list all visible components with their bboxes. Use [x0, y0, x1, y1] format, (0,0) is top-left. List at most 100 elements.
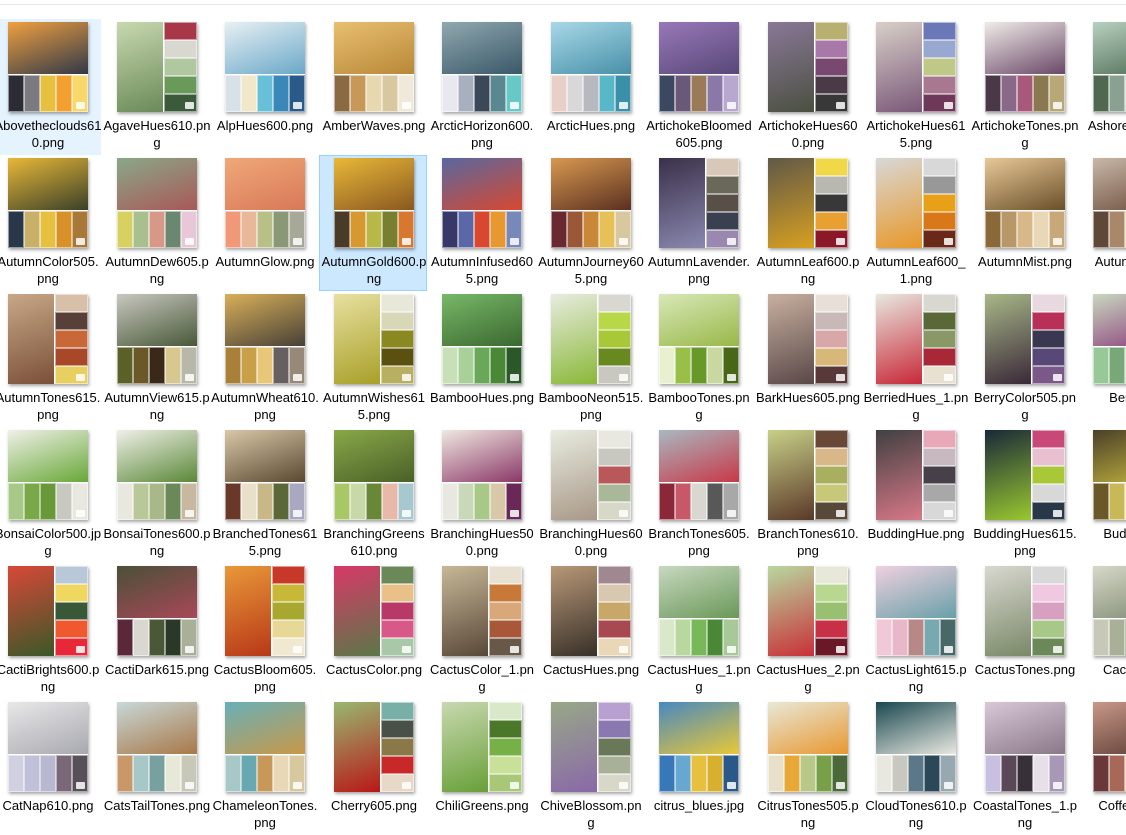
file-item[interactable]: ArcticHues.png [536, 19, 644, 155]
file-item[interactable]: AutumnLeaf600_1.png [861, 155, 969, 291]
file-item[interactable]: AutumnTones615.png [0, 291, 101, 427]
color-swatch [567, 211, 583, 248]
file-item[interactable]: CoastalTones_1.png [970, 699, 1078, 835]
file-item[interactable]: CactusBloom605.png [210, 563, 318, 699]
file-item[interactable]: AutumnLavender.png [644, 155, 752, 291]
file-item[interactable]: AutumnGlow.png [210, 155, 318, 291]
file-item[interactable]: AshoreC​15.png [1078, 19, 1126, 155]
file-item[interactable]: AmberWaves.png [319, 19, 427, 155]
file-name: ArtichokeTones.png [971, 118, 1079, 150]
file-item[interactable]: CoffeeH​png [1078, 699, 1126, 835]
file-item[interactable]: CactiDark615.png [102, 563, 210, 699]
thumbnail-photo [442, 566, 488, 656]
file-item[interactable]: ArtichokeBloomed605.png [644, 19, 752, 155]
file-item[interactable]: CactusT​pr [1078, 563, 1126, 699]
file-thumbnail [1093, 294, 1126, 384]
file-item[interactable]: AutumnGold600.png [319, 155, 427, 291]
file-item[interactable]: ChiliGreens.png [427, 699, 535, 835]
file-thumbnail [551, 158, 631, 248]
file-item[interactable]: ArcticHorizon600.png [427, 19, 535, 155]
file-thumbnail [985, 702, 1065, 792]
file-item[interactable]: ChiveBlossom.png [536, 699, 644, 835]
file-item[interactable]: BranchTones610.png [753, 427, 861, 563]
file-item[interactable]: BambooHues.png [427, 291, 535, 427]
brand-logo-icon [293, 510, 302, 517]
file-item[interactable]: CatNap610.png [0, 699, 101, 835]
color-swatch [442, 211, 458, 248]
color-swatch [1093, 755, 1109, 792]
file-item[interactable]: ArtichokeHues600.png [753, 19, 861, 155]
color-swatch [815, 194, 848, 212]
file-item[interactable]: AutumnMist.png [970, 155, 1078, 291]
file-item[interactable]: BranchingHues500.png [427, 427, 535, 563]
file-thumbnail [876, 702, 956, 792]
file-item[interactable]: AutumnDew605.png [102, 155, 210, 291]
file-item[interactable]: Cherry605.png [319, 699, 427, 835]
file-item[interactable]: CatsTailTones.png [102, 699, 210, 835]
color-swatch [458, 211, 474, 248]
file-item[interactable]: BerryHu​ [1078, 291, 1126, 427]
file-item[interactable]: BerriedHues_1.png [861, 291, 969, 427]
file-item[interactable]: citrus_blues.jpg [644, 699, 752, 835]
file-item[interactable]: AgaveHues610.png [102, 19, 210, 155]
color-swatch [381, 348, 414, 366]
file-item[interactable]: CactusHues.png [536, 563, 644, 699]
file-item[interactable]: BonsaiColor500.jpg [0, 427, 101, 563]
color-swatch [490, 483, 506, 520]
file-item[interactable]: Budding​pr [1078, 427, 1126, 563]
file-item[interactable]: CitrusTones505.png [753, 699, 861, 835]
file-item[interactable]: AutumnColor505.png [0, 155, 101, 291]
file-name: ArcticHorizon600.png [430, 118, 534, 150]
file-item[interactable]: AlpHues600.png [210, 19, 318, 155]
file-item[interactable]: Abovethecloud​s610.png [0, 19, 101, 155]
file-item[interactable]: BranchingGreens610.png [319, 427, 427, 563]
brand-logo-icon [1053, 374, 1062, 381]
file-item[interactable]: CactusColor_1.png [427, 563, 535, 699]
file-item[interactable]: AutumnJourney605.png [536, 155, 644, 291]
file-item[interactable]: CactusTones.png [970, 563, 1078, 699]
file-item[interactable]: CactusHues_2.png [753, 563, 861, 699]
color-swatch [598, 466, 631, 484]
file-item[interactable]: AutumnF​.png [1078, 155, 1126, 291]
file-name: ChiliGreens.png [435, 798, 529, 813]
file-item[interactable]: CactiBrights600.png [0, 563, 101, 699]
file-item[interactable]: BerryColor505.png [970, 291, 1078, 427]
color-swatch [923, 22, 956, 40]
brand-logo-icon [836, 646, 845, 653]
color-swatch [923, 294, 956, 312]
file-name: BambooHues.png [429, 390, 535, 405]
file-item[interactable]: BranchedTones615.png [210, 427, 318, 563]
thumbnail-photo [768, 702, 848, 754]
color-swatch [908, 755, 924, 792]
color-swatch [381, 602, 414, 620]
file-thumbnail [117, 158, 197, 248]
file-item[interactable]: CactusLight615.png [861, 563, 969, 699]
file-item[interactable]: CactusColor.png [319, 563, 427, 699]
brand-logo-icon [76, 782, 85, 789]
file-thumbnail [985, 158, 1065, 248]
file-item[interactable]: CactusHues_1.png [644, 563, 752, 699]
file-item[interactable]: BambooNeon515.png [536, 291, 644, 427]
file-item[interactable]: AutumnWheat610.png [210, 291, 319, 427]
file-item[interactable]: BranchTones605.png [644, 427, 752, 563]
file-item[interactable]: ArtichokeHues615.png [861, 19, 969, 155]
file-name: Budding​pr [1103, 526, 1126, 541]
color-swatch [599, 75, 615, 112]
file-item[interactable]: AutumnInfused605.png [427, 155, 535, 291]
file-item[interactable]: AutumnWishes615.png [319, 291, 427, 427]
file-item[interactable]: BranchingHues600.png [536, 427, 644, 563]
file-item[interactable]: ChameleonTones.png [210, 699, 318, 835]
file-item[interactable]: AutumnLeaf600.png [753, 155, 861, 291]
file-name: CactiDark615.png [104, 662, 210, 677]
color-swatch [706, 194, 739, 212]
file-item[interactable]: BonsaiTones600.png [102, 427, 210, 563]
file-item[interactable]: CloudTones610.png [861, 699, 969, 835]
file-item[interactable]: BuddingHues615.png [970, 427, 1078, 563]
file-item[interactable]: BuddingHue.png [861, 427, 969, 563]
file-item[interactable]: BambooTones.png [644, 291, 752, 427]
file-item[interactable]: BarkHues605.png [753, 291, 861, 427]
file-item[interactable]: AutumnView615.png [102, 291, 210, 427]
file-thumbnail [8, 702, 88, 792]
file-item[interactable]: ArtichokeTones.png [970, 19, 1078, 155]
color-swatch [489, 584, 522, 602]
